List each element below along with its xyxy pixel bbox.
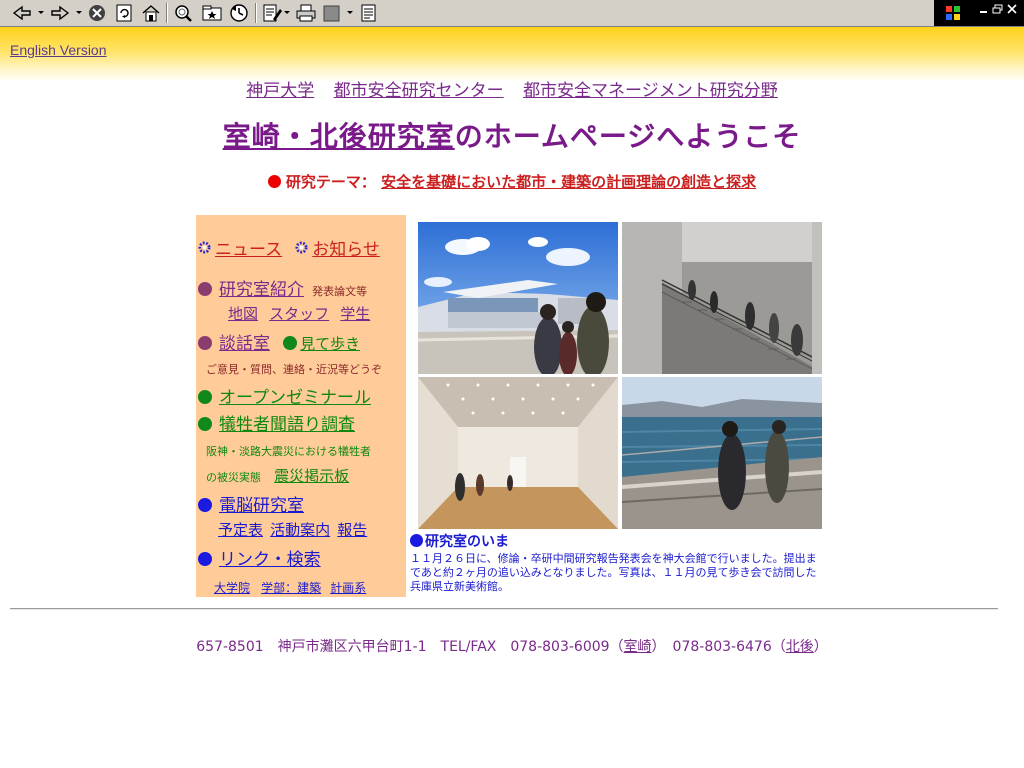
papers-label: 発表論文等 <box>312 285 368 298</box>
sidebar-item-map[interactable]: 地図 <box>228 305 258 323</box>
sidebar-item-quake-board[interactable]: 震災掲示板 <box>274 467 349 485</box>
gallery-interior-photo <box>418 377 618 529</box>
english-version-link[interactable]: English Version <box>10 42 107 58</box>
lab-news-caption: 研究室のいま １１月２６日に、修論・卒研中間研究報告発表会を神大会館で行いました… <box>410 531 824 594</box>
media-dropdown-icon[interactable] <box>347 11 353 14</box>
museum-exterior-photo <box>418 222 618 374</box>
research-center-link[interactable]: 都市安全研究センター <box>334 81 504 101</box>
favorites-icon[interactable] <box>200 3 224 23</box>
search-icon[interactable] <box>172 3 196 23</box>
footer-contact: 657-8501 神戸市灘区六甲台町1-1 TEL/FAX 078-803-60… <box>0 636 1024 656</box>
footer-address: 657-8501 神戸市灘区六甲台町1-1 TEL/FAX 078-803-60… <box>196 639 624 655</box>
footer-contact-murosaki-link[interactable]: 室崎 <box>624 639 652 655</box>
sidebar-item-open-seminar[interactable]: オープンゼミナール <box>219 388 371 408</box>
blue-bullet-icon <box>198 498 212 512</box>
green-bullet-icon <box>198 390 212 404</box>
horizontal-divider <box>10 608 998 610</box>
toolbar-separator <box>166 3 168 23</box>
sidebar-item-schedule[interactable]: 予定表 <box>218 521 263 539</box>
sidebar-item-victim-survey[interactable]: 犠牲者聞語り調査 <box>219 415 355 435</box>
blue-bullet-icon <box>410 534 423 547</box>
edit-icon[interactable] <box>261 3 283 23</box>
survey-note: 阪神・淡路大震災における犠牲者 <box>206 445 371 458</box>
sidebar-item-lab-intro[interactable]: 研究室紹介 <box>219 280 304 300</box>
window-controls <box>934 0 1024 26</box>
photo-grid <box>418 222 822 529</box>
sidebar-menu: ニュース お知らせ 研究室紹介 発表論文等 地図 スタッフ 学生 談話室 見て歩… <box>196 215 406 597</box>
history-icon[interactable] <box>227 3 251 23</box>
browser-toolbar <box>0 0 1024 27</box>
footer-end: ） <box>813 639 828 655</box>
research-theme-link[interactable]: 安全を基礎においた都市・建築の計画理論の創造と探求 <box>381 173 756 191</box>
research-field-link[interactable]: 都市安全マネージメント研究分野 <box>523 81 778 101</box>
sidebar-item-staff[interactable]: スタッフ <box>269 305 329 323</box>
sidebar-item-tour[interactable]: 見て歩き <box>300 335 360 353</box>
caption-title: 研究室のいま <box>410 531 824 551</box>
sidebar-item-students[interactable]: 学生 <box>340 305 370 323</box>
header-gradient-band <box>0 27 1024 82</box>
gear-bullet-icon <box>295 241 308 254</box>
forward-dropdown-icon[interactable] <box>76 11 82 14</box>
sidebar-item-notice[interactable]: お知らせ <box>312 240 380 260</box>
sidebar-item-faculty-architecture[interactable]: 学部：建築 <box>261 581 321 595</box>
edit-dropdown-icon[interactable] <box>284 11 290 14</box>
survey-note-2: の被災実態 <box>206 471 261 484</box>
print-icon[interactable] <box>294 3 318 23</box>
page-title: 室崎・北後研究室のホームページへようこそ <box>0 115 1024 155</box>
purple-bullet-icon <box>198 336 212 350</box>
breadcrumb: 神戸大学 都市安全研究センター 都市安全マネージメント研究分野 <box>0 76 1024 101</box>
home-icon[interactable] <box>140 3 162 23</box>
toolbar-separator <box>255 3 257 23</box>
media-icon[interactable] <box>321 3 343 23</box>
back-icon[interactable] <box>10 3 34 23</box>
concrete-stairs-photo <box>622 222 822 374</box>
footer-phone-2: ） 078-803-6476（ <box>651 639 786 655</box>
green-bullet-icon <box>198 417 212 431</box>
sidebar-item-news[interactable]: ニュース <box>215 240 282 260</box>
forward-icon[interactable] <box>48 3 72 23</box>
sidebar-item-activities[interactable]: 活動案内 <box>270 521 330 539</box>
sidebar-item-reports[interactable]: 報告 <box>337 521 367 539</box>
red-bullet-icon <box>267 175 281 188</box>
notes-icon[interactable] <box>358 3 380 23</box>
footer-contact-hokugo-link[interactable]: 北後 <box>786 639 814 655</box>
windows-logo-icon <box>946 6 960 20</box>
sidebar-item-planning[interactable]: 計画系 <box>330 581 366 595</box>
back-dropdown-icon[interactable] <box>38 11 44 14</box>
page-title-suffix: のホームページへようこそ <box>454 120 802 153</box>
university-link[interactable]: 神戸大学 <box>246 81 314 101</box>
caption-text: １１月２６日に、修論・卒研中間研究報告発表会を神大会館で行いました。提出まであと… <box>410 552 817 593</box>
caption-title-text: 研究室のいま <box>425 534 509 550</box>
green-bullet-icon <box>283 336 298 350</box>
purple-bullet-icon <box>198 282 212 296</box>
close-icon[interactable] <box>1006 4 1018 14</box>
blue-bullet-icon <box>198 552 212 566</box>
sidebar-item-links-search[interactable]: リンク・検索 <box>219 550 321 570</box>
gear-bullet-icon <box>198 241 211 254</box>
sidebar-item-lounge[interactable]: 談話室 <box>219 334 270 354</box>
lounge-note: ご意見・質問、連絡・近況等どうぞ <box>206 363 382 376</box>
refresh-icon[interactable] <box>113 3 135 23</box>
sidebar-item-computer-lab[interactable]: 電脳研究室 <box>219 496 304 516</box>
stop-icon[interactable] <box>86 3 108 23</box>
research-theme: 研究テーマ： 安全を基礎においた都市・建築の計画理論の創造と探求 <box>0 171 1024 192</box>
minimize-icon[interactable] <box>978 4 990 14</box>
lab-name-link[interactable]: 室崎・北後研究室 <box>223 120 455 153</box>
waterfront-deck-photo <box>622 377 822 529</box>
sidebar-item-graduate-school[interactable]: 大学院 <box>214 581 250 595</box>
research-theme-label: 研究テーマ： <box>285 173 376 191</box>
restore-icon[interactable] <box>992 4 1004 14</box>
